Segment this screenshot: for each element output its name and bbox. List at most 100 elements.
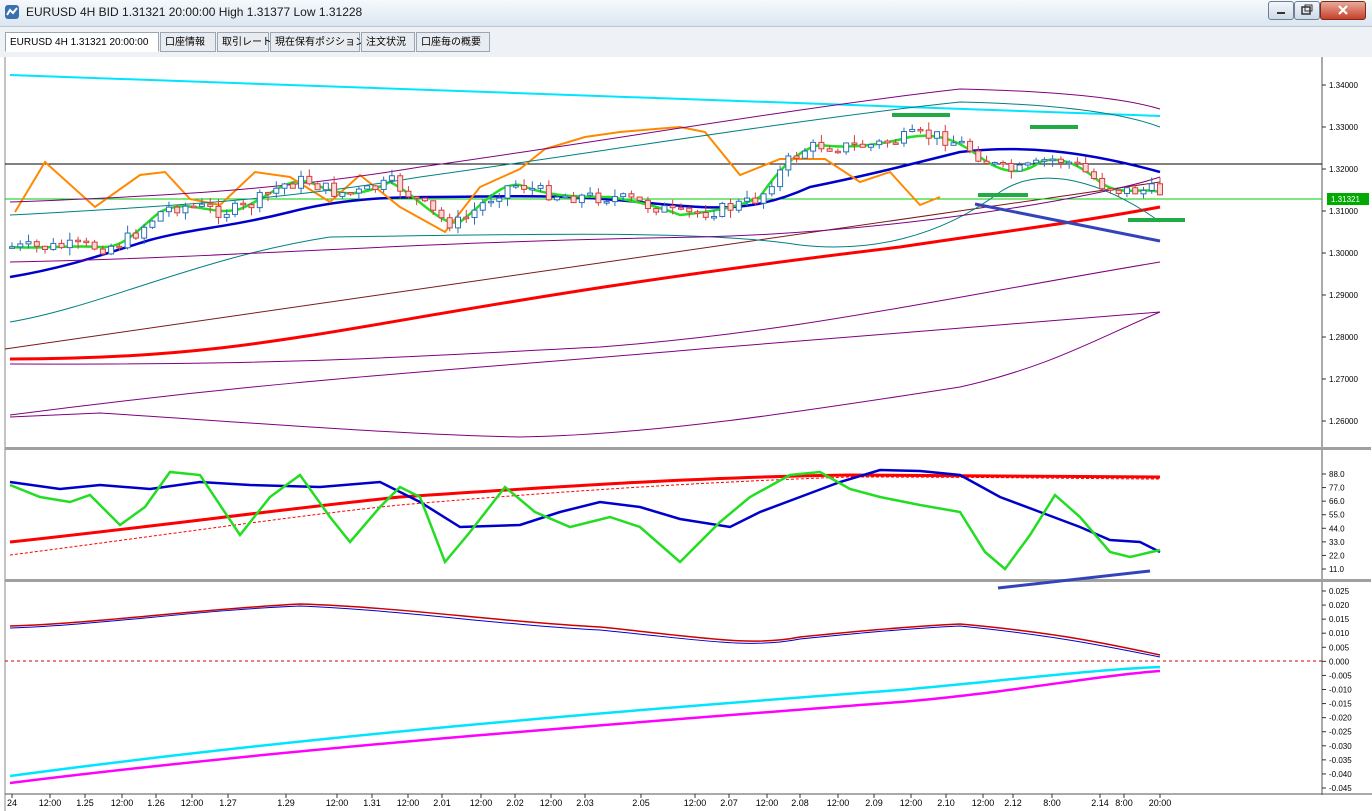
candle-body	[17, 243, 24, 248]
time-tick-label: 1.31	[363, 798, 381, 808]
time-tick-label: 2.08	[791, 798, 809, 808]
candle-body	[1132, 187, 1139, 195]
candle-body	[867, 144, 874, 148]
candle-body	[1024, 162, 1031, 166]
candle-body	[306, 175, 313, 185]
candle-body	[975, 150, 982, 162]
candle-body	[702, 212, 709, 218]
candle-body	[570, 195, 577, 204]
tab-orders[interactable]: 注文状況	[361, 32, 415, 52]
candle-body	[554, 196, 561, 201]
candle-body	[545, 185, 552, 201]
candle-body	[644, 199, 651, 210]
osc-tick-label: 55.0	[1329, 511, 1345, 520]
candle-body	[603, 201, 610, 204]
candle-body	[719, 202, 726, 217]
candle-body	[58, 242, 65, 249]
candle-body	[843, 142, 850, 153]
candle-body	[1082, 162, 1089, 173]
candle-body	[75, 239, 82, 243]
time-tick-label: 2.12	[1004, 798, 1022, 808]
candle-body	[248, 204, 255, 209]
candle-body	[942, 131, 949, 146]
candle-body	[298, 175, 305, 189]
candle-body	[1157, 183, 1163, 196]
time-tick-label: 12:00	[326, 798, 349, 808]
candle-body	[182, 205, 189, 214]
candle-body	[958, 140, 965, 144]
tab-account-summary[interactable]: 口座毎の概要	[416, 32, 490, 52]
candle-body	[33, 241, 40, 247]
candle-body	[265, 191, 272, 195]
candle-body	[686, 207, 693, 213]
candle-body	[83, 240, 90, 244]
time-tick-label: 2.03	[576, 798, 594, 808]
macd-tick-label: -0.010	[1329, 686, 1352, 695]
candle-body	[578, 194, 585, 204]
macd-tick-label: 0.020	[1329, 601, 1350, 610]
macd-tick-label: -0.040	[1329, 770, 1352, 779]
candle-body	[669, 205, 676, 209]
candle-body	[372, 185, 379, 190]
osc-tick-label: 66.0	[1329, 497, 1345, 506]
time-tick-label: 2.05	[632, 798, 650, 808]
candle-body	[421, 197, 428, 202]
candle-body	[620, 193, 627, 198]
candle-body	[446, 217, 453, 229]
osc-tick-label: 77.0	[1329, 484, 1345, 493]
candle-body	[653, 208, 660, 213]
time-tick-label: 20:00	[1149, 798, 1172, 808]
candle-body	[504, 185, 511, 199]
price-tick-label: 1.26000	[1329, 417, 1358, 426]
candle-body	[587, 192, 594, 196]
chart-area[interactable]: 1.340001.330001.320001.310001.300001.290…	[0, 57, 1372, 811]
maximize-button[interactable]	[1294, 1, 1320, 20]
window-title: EURUSD 4H BID 1.31321 20:00:00 High 1.31…	[26, 5, 363, 19]
candle-body	[909, 128, 916, 133]
candle-body	[744, 197, 751, 202]
tab-chart[interactable]: EURUSD 4H 1.31321 20:00:00	[5, 32, 159, 52]
candle-body	[884, 140, 891, 144]
tab-open-positions[interactable]: 現在保有ポジション	[270, 32, 365, 52]
minimize-button[interactable]	[1268, 1, 1294, 20]
candle-body	[1008, 162, 1015, 172]
macd-tick-label: 0.005	[1329, 643, 1350, 652]
candle-body	[9, 246, 15, 249]
time-tick-label: 2.01	[433, 798, 451, 808]
candle-body	[397, 175, 404, 192]
time-tick-label: 12:00	[470, 798, 493, 808]
candle-body	[801, 150, 808, 159]
tab-trade-rates[interactable]: 取引レート	[217, 32, 272, 52]
app-icon	[5, 5, 19, 19]
candle-body	[25, 241, 32, 245]
candle-body	[810, 141, 817, 152]
time-tick-label: 12:00	[900, 798, 923, 808]
candle-body	[438, 209, 445, 219]
macd-tick-label: -0.030	[1329, 742, 1352, 751]
candle-body	[116, 245, 123, 249]
close-button[interactable]	[1320, 1, 1366, 20]
candle-body	[479, 202, 486, 211]
candle-body	[1016, 164, 1023, 172]
macd-tick-label: -0.020	[1329, 714, 1352, 723]
candle-body	[760, 193, 767, 204]
osc-tick-label: 33.0	[1329, 538, 1345, 547]
tab-account-info[interactable]: 口座情報	[160, 32, 216, 52]
candle-body	[471, 209, 478, 219]
candle-body	[983, 160, 990, 165]
candle-body	[1123, 187, 1130, 195]
candle-body	[314, 183, 321, 191]
time-tick-label: 12:00	[397, 798, 420, 808]
candle-body	[42, 245, 49, 250]
candle-body	[900, 131, 907, 144]
time-tick-label: 8:00	[1115, 798, 1133, 808]
osc-tick-label: 22.0	[1329, 551, 1345, 560]
candle-body	[322, 182, 329, 191]
price-tick-label: 1.30000	[1329, 249, 1358, 258]
macd-tick-label: -0.045	[1329, 784, 1352, 793]
candle-body	[934, 131, 941, 139]
candle-body	[430, 200, 437, 211]
candle-body	[91, 241, 98, 250]
close-icon	[1338, 5, 1348, 15]
macd-tick-label: -0.005	[1329, 671, 1352, 680]
